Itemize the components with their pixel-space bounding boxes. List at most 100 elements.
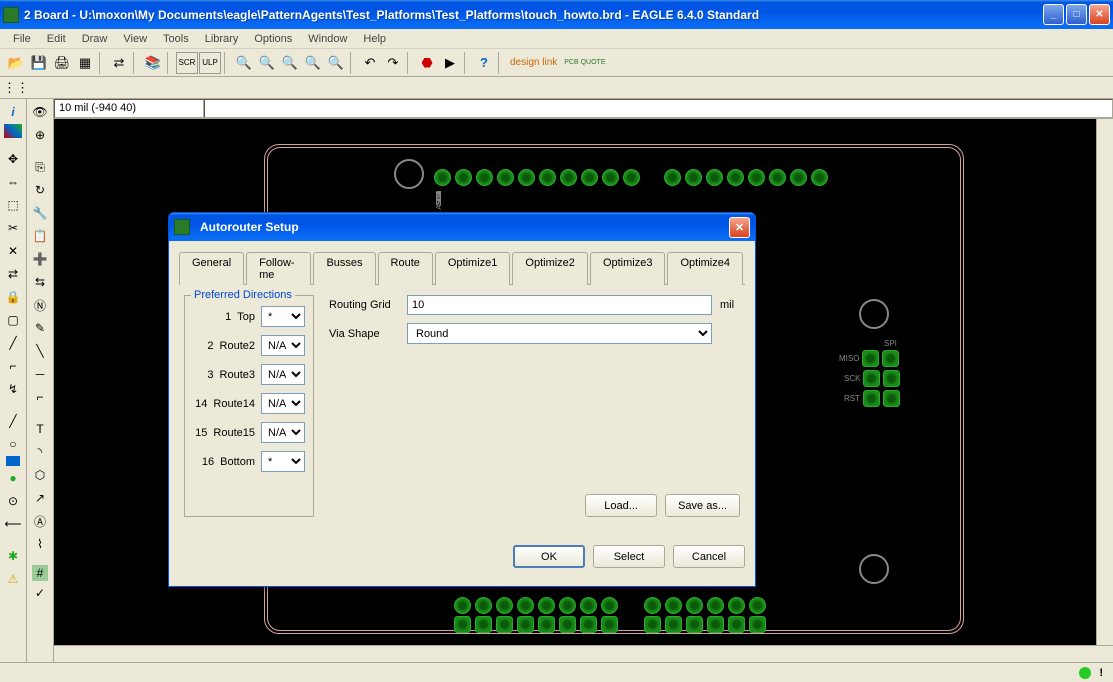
menu-edit[interactable]: Edit	[39, 31, 74, 47]
go-icon[interactable]: ▶	[439, 52, 461, 74]
menu-draw[interactable]: Draw	[74, 31, 116, 47]
zoom-out-icon[interactable]: 🔍	[279, 52, 301, 74]
layer-direction-select[interactable]: N/A	[261, 422, 305, 443]
menu-tools[interactable]: Tools	[155, 31, 197, 47]
saveas-button[interactable]: Save as...	[665, 494, 740, 517]
ulp-icon[interactable]: ULP	[199, 52, 221, 74]
delete-icon[interactable]: ✕	[2, 240, 24, 262]
rotate-icon[interactable]: ↻	[29, 179, 51, 201]
dimension-icon[interactable]: ⟵	[2, 513, 24, 535]
close-button[interactable]: ✕	[1089, 4, 1110, 25]
menu-file[interactable]: File	[5, 31, 39, 47]
chip-icon[interactable]: ▢	[2, 309, 24, 331]
rect-icon[interactable]	[6, 456, 20, 466]
text-icon[interactable]: T	[29, 418, 51, 440]
copy-icon[interactable]: ⎘	[29, 156, 51, 178]
save-icon[interactable]: 💾	[28, 52, 50, 74]
zoom-select-icon[interactable]: 🔍	[325, 52, 347, 74]
mirror-icon[interactable]: ⇔	[2, 171, 24, 193]
open-icon[interactable]: 📂	[5, 52, 27, 74]
miter-icon[interactable]: ⌐	[29, 386, 51, 408]
tab-busses[interactable]: Busses	[313, 252, 375, 285]
via-icon[interactable]: ●	[2, 467, 24, 489]
maximize-button[interactable]: □	[1066, 4, 1087, 25]
pcbquote-button[interactable]: PCB QUOTE	[561, 59, 608, 66]
minimize-button[interactable]: _	[1043, 4, 1064, 25]
ok-button[interactable]: OK	[513, 545, 585, 568]
redo-icon[interactable]: ↷	[382, 52, 404, 74]
replace-icon[interactable]: ⇄	[2, 263, 24, 285]
menu-options[interactable]: Options	[246, 31, 300, 47]
hole-icon[interactable]: ⊙	[2, 490, 24, 512]
tab-optimize4[interactable]: Optimize4	[667, 252, 743, 285]
tab-optimize3[interactable]: Optimize3	[590, 252, 666, 285]
select-button[interactable]: Select	[593, 545, 665, 568]
layer-direction-select[interactable]: *	[261, 451, 305, 472]
show-icon[interactable]: 👁	[29, 101, 51, 123]
meander-icon[interactable]: ⌇	[29, 533, 51, 555]
dialog-close-button[interactable]: ✕	[729, 217, 750, 238]
circle-icon[interactable]: ○	[2, 433, 24, 455]
cam-icon[interactable]: ▦	[74, 52, 96, 74]
help-icon[interactable]: ?	[473, 52, 495, 74]
paste-icon[interactable]: 📋	[29, 225, 51, 247]
menu-view[interactable]: View	[115, 31, 155, 47]
polygon-icon[interactable]: ⬡	[29, 464, 51, 486]
horizontal-scrollbar[interactable]	[54, 645, 1113, 662]
print-icon[interactable]: 🖨	[51, 52, 73, 74]
cancel-button[interactable]: Cancel	[673, 545, 745, 568]
stop-icon[interactable]: ⬣	[416, 52, 438, 74]
layer-direction-select[interactable]: N/A	[261, 393, 305, 414]
tab-optimize1[interactable]: Optimize1	[435, 252, 511, 285]
add-icon[interactable]: ➕	[29, 248, 51, 270]
signal-icon[interactable]: ↗	[29, 487, 51, 509]
layer-direction-select[interactable]: N/A	[261, 364, 305, 385]
zoom-in-icon[interactable]: 🔍	[256, 52, 278, 74]
split-icon[interactable]: ↯	[2, 378, 24, 400]
layer-direction-select[interactable]: *	[261, 306, 305, 327]
tab-general[interactable]: General	[179, 252, 244, 285]
grid-icon[interactable]: ⋮⋮	[5, 77, 27, 99]
ripup-icon[interactable]: ╲	[29, 340, 51, 362]
mark-icon[interactable]: ⊕	[29, 124, 51, 146]
drc-icon[interactable]: ✓	[29, 582, 51, 604]
layer-icon[interactable]	[4, 124, 22, 138]
menu-window[interactable]: Window	[300, 31, 355, 47]
line-icon[interactable]: ╱	[2, 410, 24, 432]
info-icon[interactable]: i	[2, 101, 24, 123]
menu-library[interactable]: Library	[197, 31, 247, 47]
wire-icon[interactable]: ─	[29, 363, 51, 385]
zoom-fit-icon[interactable]: 🔍	[233, 52, 255, 74]
zoom-redraw-icon[interactable]: 🔍	[302, 52, 324, 74]
change-icon[interactable]: 🔧	[29, 202, 51, 224]
move-icon[interactable]: ✥	[2, 148, 24, 170]
library-icon[interactable]: 📚	[142, 52, 164, 74]
auto-icon[interactable]: #	[32, 565, 48, 581]
route-icon[interactable]: ╱	[2, 332, 24, 354]
name-icon[interactable]: Ⓝ	[29, 294, 51, 316]
ratsnest-icon[interactable]: ✱	[2, 545, 24, 567]
cut-icon[interactable]: ✂	[2, 217, 24, 239]
pinswap-icon[interactable]: ⇆	[29, 271, 51, 293]
menu-help[interactable]: Help	[355, 31, 394, 47]
designlink-button[interactable]: design link	[507, 57, 560, 68]
via-shape-select[interactable]: Round	[407, 323, 712, 344]
switch-icon[interactable]: ⇄	[108, 52, 130, 74]
tab-route[interactable]: Route	[378, 252, 433, 285]
script-icon[interactable]: SCR	[176, 52, 198, 74]
command-input[interactable]	[204, 99, 1113, 118]
wire-step-icon[interactable]: ⌐	[2, 355, 24, 377]
group-icon[interactable]: ⬚	[2, 194, 24, 216]
routing-grid-input[interactable]	[407, 295, 712, 315]
tab-followme[interactable]: Follow-me	[246, 252, 311, 285]
attribute-icon[interactable]: Ⓐ	[29, 510, 51, 532]
tab-optimize2[interactable]: Optimize2	[512, 252, 588, 285]
vertical-scrollbar[interactable]	[1096, 119, 1113, 645]
smash-icon[interactable]: ✎	[29, 317, 51, 339]
arc-icon[interactable]: ◝	[29, 441, 51, 463]
undo-icon[interactable]: ↶	[359, 52, 381, 74]
lock-icon[interactable]: 🔒	[2, 286, 24, 308]
errors-icon[interactable]: ⚠	[2, 568, 24, 590]
load-button[interactable]: Load...	[585, 494, 657, 517]
layer-direction-select[interactable]: N/A	[261, 335, 305, 356]
